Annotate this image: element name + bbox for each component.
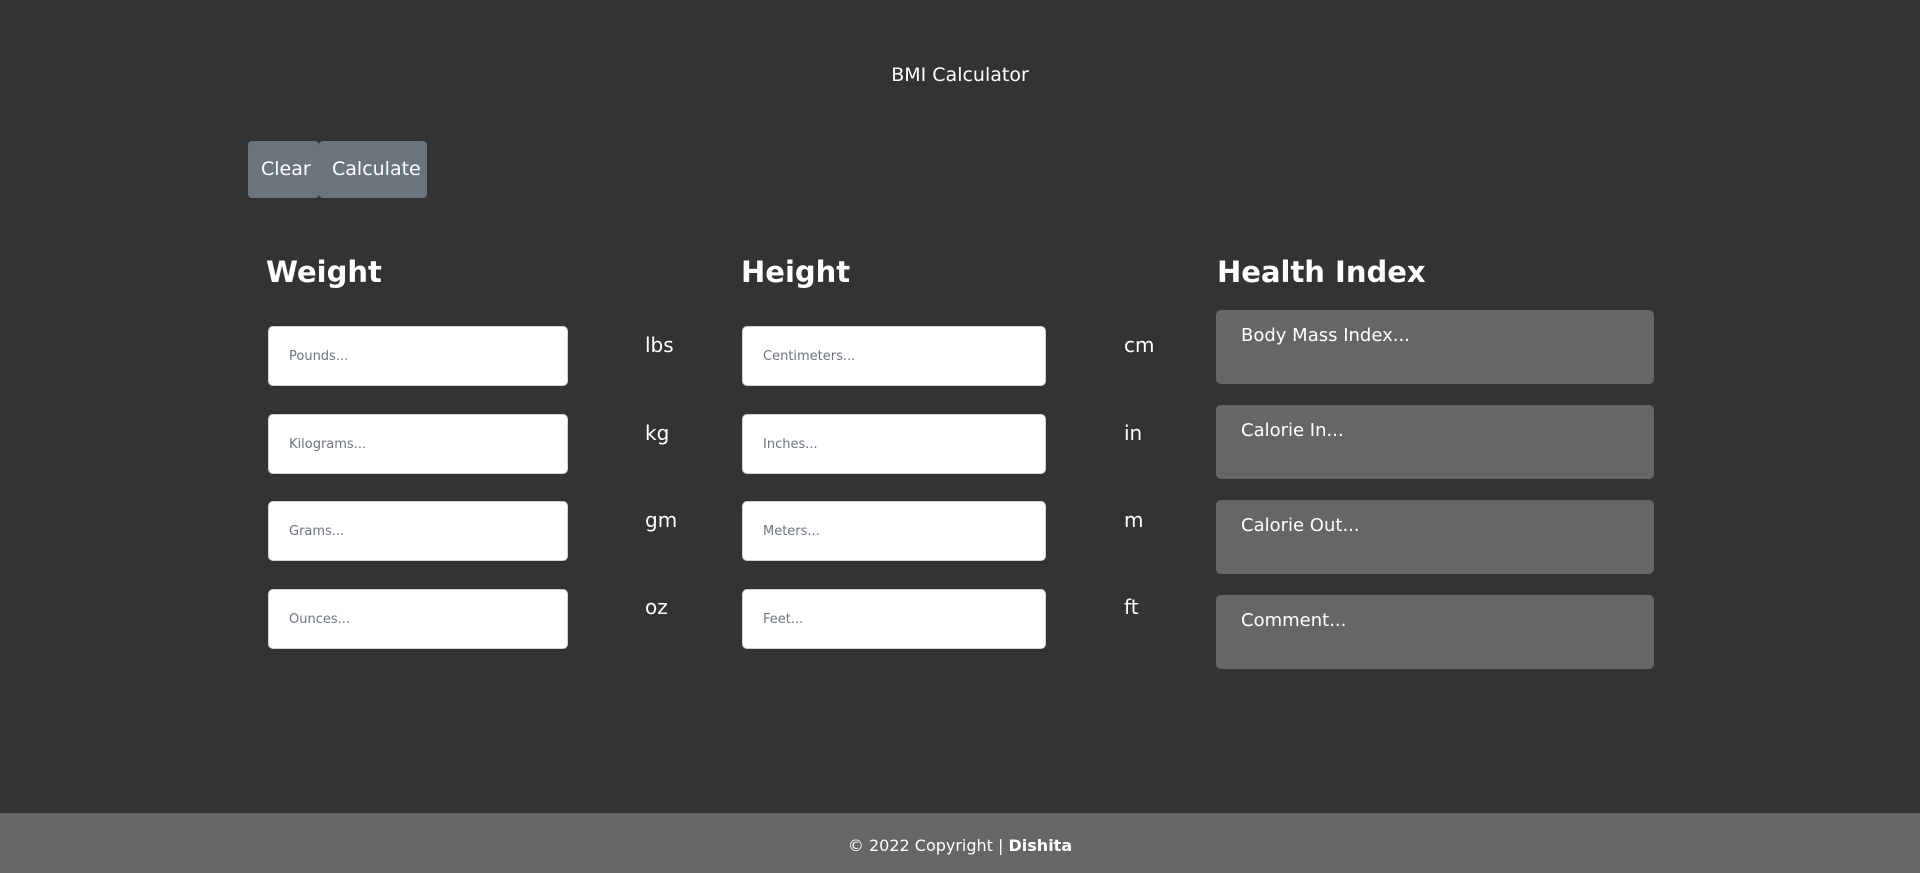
ounces-unit-label: oz [645,595,668,619]
app-title: BMI Calculator [891,64,1029,86]
meters-unit-label: m [1124,508,1144,532]
clear-button[interactable]: Clear [248,141,319,198]
health-index-heading: Health Index [1217,255,1426,289]
weight-heading: Weight [266,255,382,289]
inches-input[interactable] [742,414,1046,474]
calorie-in-output: Calorie In... [1216,405,1654,479]
ounces-input[interactable] [268,589,568,649]
pounds-unit-label: lbs [645,333,674,357]
grams-unit-label: gm [645,508,678,532]
footer-copyright: © 2022 Copyright | [847,836,1004,855]
comment-output: Comment... [1216,595,1654,669]
footer: © 2022 Copyright | Dishita [0,813,1920,873]
inches-unit-label: in [1124,421,1143,445]
calorie-out-output: Calorie Out... [1216,500,1654,574]
bmi-output: Body Mass Index... [1216,310,1654,384]
kilograms-input[interactable] [268,414,568,474]
height-heading: Height [741,255,851,289]
grams-input[interactable] [268,501,568,561]
calculate-button[interactable]: Calculate [319,141,427,198]
feet-input[interactable] [742,589,1046,649]
bmi-calculator-page: BMI Calculator Clear Calculate Weight lb… [0,0,1920,873]
footer-author: Dishita [1008,836,1073,855]
feet-unit-label: ft [1124,595,1139,619]
pounds-input[interactable] [268,326,568,386]
centimeters-unit-label: cm [1124,333,1155,357]
kilograms-unit-label: kg [645,421,670,445]
meters-input[interactable] [742,501,1046,561]
centimeters-input[interactable] [742,326,1046,386]
toolbar: Clear Calculate [248,141,427,198]
